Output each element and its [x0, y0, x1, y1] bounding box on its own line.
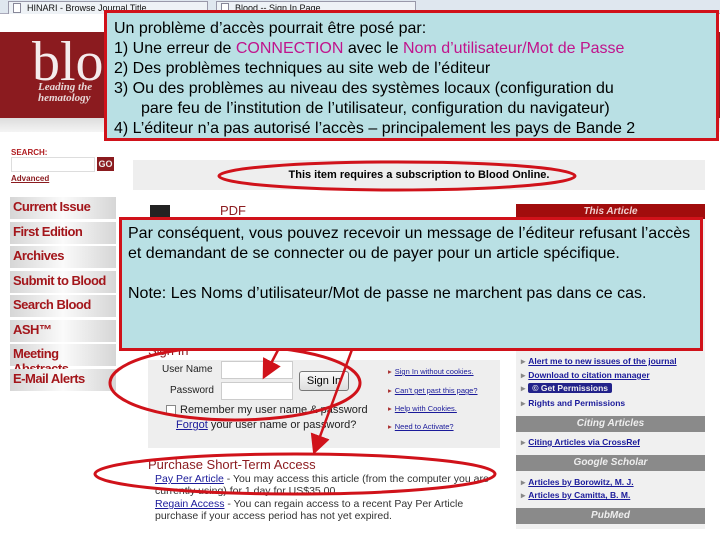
- purchase-ellipse: [93, 452, 497, 496]
- banner-ellipse: [217, 160, 577, 192]
- callout-consequence: Par conséquent, vous pouvez recevoir un …: [119, 217, 703, 351]
- callout-access-problems: Un problème d’accès pourrait être posé p…: [104, 10, 719, 141]
- sign-in-ellipse: [108, 344, 362, 422]
